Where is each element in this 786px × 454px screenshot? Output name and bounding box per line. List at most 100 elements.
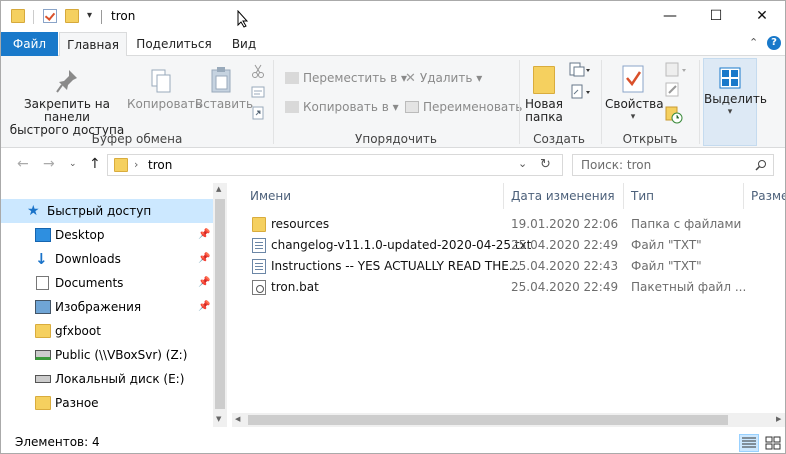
column-header-type[interactable]: Тип <box>631 183 654 209</box>
move-to-button[interactable]: Переместить в ▾ <box>285 71 407 85</box>
group-label-clipboard: Буфер обмена <box>91 132 183 146</box>
folder-icon <box>114 158 128 172</box>
copy-path-icon[interactable] <box>251 86 265 98</box>
file-list-horizontal-scrollbar[interactable]: ◀ ▶ <box>232 413 785 427</box>
nav-pane-scrollbar[interactable]: ▲ ▼ <box>213 183 227 427</box>
scroll-up-icon[interactable]: ▲ <box>216 185 221 193</box>
mouse-cursor-icon <box>237 10 249 28</box>
title-bar: ▾ tron — ☐ ✕ <box>1 1 785 32</box>
breadcrumb-chevron-icon: › <box>134 158 139 171</box>
delete-label: Удалить <box>419 71 473 85</box>
scroll-right-icon[interactable]: ▶ <box>776 415 781 423</box>
rename-button[interactable]: Переименовать <box>405 100 522 114</box>
nav-item-local-disk-e[interactable]: Локальный диск (E:) <box>1 367 213 391</box>
minimize-button[interactable]: — <box>647 1 693 32</box>
nav-item-label: gfxboot <box>55 324 101 338</box>
cut-icon[interactable] <box>251 64 265 78</box>
copy-to-button[interactable]: Копировать в ▾ <box>285 100 399 114</box>
file-date: 25.04.2020 22:49 <box>511 280 619 294</box>
new-folder-icon <box>533 66 555 94</box>
back-button[interactable]: ← <box>17 156 29 172</box>
address-dropdown-icon[interactable]: ⌄ <box>518 157 527 170</box>
quick-access-dropdown-icon[interactable]: ▾ <box>87 10 92 21</box>
divider <box>699 60 700 144</box>
folder-icon <box>252 217 266 232</box>
column-header-name[interactable]: Имени <box>250 183 291 209</box>
paste-button[interactable]: Вставить <box>195 66 253 111</box>
file-date: 25.04.2020 22:43 <box>511 259 619 273</box>
divider <box>33 10 34 24</box>
delete-button[interactable]: ✕ Удалить ▾ <box>405 71 482 86</box>
file-name: tron.bat <box>271 280 319 294</box>
tab-view[interactable]: Вид <box>223 32 265 57</box>
large-icons-view-button[interactable] <box>763 434 783 452</box>
history-icon[interactable] <box>665 106 683 124</box>
folder-icon <box>35 396 51 410</box>
maximize-button[interactable]: ☐ <box>693 1 739 32</box>
network-drive-icon <box>35 350 51 360</box>
scrollbar-thumb[interactable] <box>248 415 728 425</box>
nav-item-quick-access[interactable]: ★ Быстрый доступ <box>1 199 213 223</box>
edit-icon[interactable] <box>665 82 681 98</box>
new-item-icon[interactable] <box>569 62 591 78</box>
open-icon[interactable] <box>665 62 689 78</box>
refresh-icon[interactable]: ↻ <box>540 157 551 172</box>
ribbon-collapse-button[interactable]: ⌃ <box>749 36 758 49</box>
rename-icon <box>405 101 419 113</box>
nav-item-label: Downloads <box>55 252 121 266</box>
nav-item-gfxboot[interactable]: gfxboot <box>1 319 213 343</box>
recent-locations-button[interactable]: ⌄ <box>69 159 77 169</box>
help-button[interactable]: ? <box>767 36 781 50</box>
nav-item-public-share[interactable]: Public (\\VBoxSvr) (Z:) <box>1 343 213 367</box>
close-button[interactable]: ✕ <box>739 1 785 32</box>
properties-button[interactable]: Свойства ▾ <box>605 64 664 124</box>
address-bar[interactable]: › tron ⌄ ↻ <box>107 154 563 176</box>
download-icon: ↓ <box>35 250 48 268</box>
new-folder-quick-icon[interactable] <box>65 9 79 23</box>
nav-item-desktop[interactable]: Desktop 📌 <box>1 223 213 247</box>
star-icon: ★ <box>27 203 40 219</box>
group-label-organize: Упорядочить <box>355 132 437 146</box>
table-row[interactable]: Instructions -- YES ACTUALLY READ THE...… <box>242 256 785 277</box>
sort-ascending-icon: ⌃ <box>370 183 379 189</box>
forward-button[interactable]: → <box>43 156 55 172</box>
divider <box>101 10 102 24</box>
properties-label: Свойства <box>605 97 664 111</box>
column-header-date[interactable]: Дата изменения <box>511 183 615 209</box>
pin-to-quick-access-button[interactable]: Закрепить на панели быстрого доступа <box>7 68 127 137</box>
search-input[interactable]: Поиск: tron <box>572 154 774 176</box>
properties-quick-icon[interactable] <box>43 9 57 23</box>
tab-home[interactable]: Главная <box>59 32 127 57</box>
paste-shortcut-icon[interactable] <box>251 106 265 120</box>
file-list: ⌃ Имени Дата изменения Тип Размер resour… <box>232 183 785 427</box>
scrollbar-thumb[interactable] <box>215 199 225 409</box>
nav-item-documents[interactable]: Documents 📌 <box>1 271 213 295</box>
details-view-icon <box>742 437 756 448</box>
item-count: Элементов: 4 <box>15 435 100 449</box>
scroll-left-icon[interactable]: ◀ <box>235 415 240 423</box>
file-name: resources <box>271 217 330 231</box>
column-header-size[interactable]: Размер <box>751 183 785 209</box>
scroll-down-icon[interactable]: ▼ <box>216 415 221 423</box>
desktop-icon <box>35 228 51 242</box>
pin-icon: 📌 <box>198 277 211 288</box>
nav-item-pictures[interactable]: Изображения 📌 <box>1 295 213 319</box>
tab-share[interactable]: Поделиться <box>131 32 217 57</box>
up-button[interactable]: ↑ <box>89 156 101 172</box>
file-name: changelog-v11.1.0-updated-2020-04-25.txt <box>271 238 532 252</box>
select-button[interactable]: Выделить ▾ <box>703 58 767 146</box>
table-row[interactable]: resources 19.01.2020 22:06 Папка с файла… <box>242 214 785 235</box>
drive-icon <box>35 375 51 383</box>
breadcrumb[interactable]: tron <box>148 158 172 172</box>
easy-access-icon[interactable] <box>569 84 591 100</box>
window-title: tron <box>111 9 136 23</box>
nav-item-label: Public (\\VBoxSvr) (Z:) <box>55 348 188 362</box>
details-view-button[interactable] <box>739 434 759 452</box>
nav-item-downloads[interactable]: ↓ Downloads 📌 <box>1 247 213 271</box>
new-folder-button[interactable]: Новая папка <box>523 66 565 124</box>
tab-file[interactable]: Файл <box>1 32 58 56</box>
table-row[interactable]: tron.bat 25.04.2020 22:49 Пакетный файл … <box>242 277 785 298</box>
copy-button[interactable]: Копировать <box>127 68 202 111</box>
table-row[interactable]: changelog-v11.1.0-updated-2020-04-25.txt… <box>242 235 785 256</box>
nav-item-misc[interactable]: Разное <box>1 391 213 415</box>
